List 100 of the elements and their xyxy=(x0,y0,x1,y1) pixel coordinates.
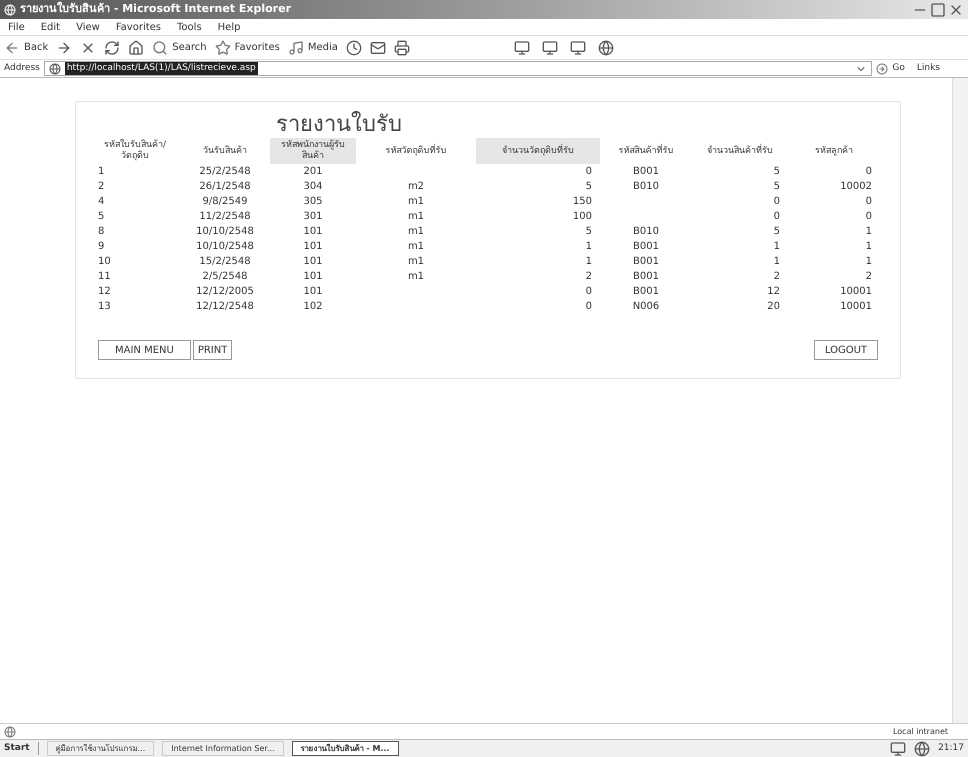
toolbar-icon[interactable] xyxy=(570,40,586,56)
table-cell-text: 0 xyxy=(584,300,593,314)
mail-icon[interactable] xyxy=(370,40,386,56)
search-icon xyxy=(152,40,168,56)
nav-button[interactable]: PRINT xyxy=(192,340,232,360)
table-cell-text: 1 xyxy=(584,240,593,254)
links-label[interactable]: Links xyxy=(916,62,940,76)
tray-icon[interactable] xyxy=(890,740,906,756)
menu-item[interactable]: Edit xyxy=(40,20,60,34)
menu-item[interactable]: Favorites xyxy=(116,20,162,34)
table-cell-text: m1 xyxy=(406,195,426,209)
globe-icon[interactable] xyxy=(598,40,614,56)
table-cell-text: 11 xyxy=(97,270,112,284)
table-cell-text: B001 xyxy=(632,255,660,269)
taskbar-button[interactable]: Internet Information Ser... xyxy=(162,741,284,756)
table-cell-text: m1 xyxy=(406,210,426,224)
menu-item[interactable]: View xyxy=(76,20,100,34)
table-cell-text: 1 xyxy=(864,255,873,269)
table-cell-text: 2 xyxy=(97,180,106,194)
go-button[interactable]: Go xyxy=(876,62,905,76)
address-label: Address xyxy=(4,62,40,75)
column-header: รหัสลูกค้า xyxy=(814,144,854,158)
menu-item[interactable]: File xyxy=(8,20,25,34)
table-cell: 201 xyxy=(270,164,356,179)
column-header: รหัสวัตถุดิบที่รับ xyxy=(356,138,476,164)
table-cell-text: 26/1/2548 xyxy=(198,180,252,194)
home-icon[interactable] xyxy=(128,40,144,56)
column-header: จำนวนสินค้าที่รับ xyxy=(706,142,774,158)
table-cell-text: 15/2/2548 xyxy=(198,255,252,269)
table-cell-text: B001 xyxy=(632,240,660,254)
table-cell-text: B010 xyxy=(632,225,660,239)
table-cell: 25/2/2548 xyxy=(180,164,270,179)
scrollbar[interactable] xyxy=(952,78,968,723)
table-cell-text: 10 xyxy=(97,255,112,269)
column-header: จำนวนวัตถุดิบที่รับ xyxy=(476,138,600,164)
table-cell-text: 5 xyxy=(584,225,593,239)
page-icon xyxy=(4,726,16,738)
zone-label: Local intranet xyxy=(892,726,948,738)
table-cell-text: 101 xyxy=(302,285,324,299)
toolbar-icon[interactable] xyxy=(542,40,558,56)
favorites-button[interactable]: Favorites xyxy=(214,40,280,56)
table-cell-text: 5 xyxy=(772,225,781,239)
table-cell-text: B010 xyxy=(632,180,660,194)
table-cell-text: 304 xyxy=(302,180,324,194)
table-cell-text: m2 xyxy=(406,180,426,194)
taskbar-button[interactable]: คู่มือการใช้งานโปรแกรม... xyxy=(46,741,154,756)
table-cell-text: 9 xyxy=(97,240,106,254)
nav-button[interactable]: MAIN MENU xyxy=(98,340,191,360)
table-cell-text: 5 xyxy=(772,180,781,194)
table-cell-text: 2/5/2548 xyxy=(202,270,248,284)
logout-button[interactable]: LOGOUT xyxy=(814,340,878,360)
search-button[interactable]: Search xyxy=(152,40,207,56)
address-field[interactable]: http://localhost/LAS(1)/LAS/listrecieve.asp xyxy=(44,61,872,76)
tray-icon[interactable] xyxy=(914,740,930,756)
taskbar-button[interactable]: รายงานใบรับสินค้า - M... xyxy=(292,741,399,756)
refresh-icon[interactable] xyxy=(104,40,120,56)
table-cell-text: 1 xyxy=(584,255,593,269)
table-cell-text: 5 xyxy=(584,180,593,194)
start-button[interactable]: Start xyxy=(4,742,39,756)
table-cell-text: N006 xyxy=(632,300,660,314)
menu-item[interactable]: Tools xyxy=(177,20,202,34)
toolbar-icon[interactable] xyxy=(514,40,530,56)
table-cell-text: 12 xyxy=(97,285,112,299)
print-icon[interactable] xyxy=(394,40,410,56)
table-cell-text: B001 xyxy=(632,285,660,299)
table-cell-text: 0 xyxy=(584,285,593,299)
table-cell-text: 1 xyxy=(772,240,781,254)
table-cell-text: 101 xyxy=(302,255,324,269)
table-cell-text: 10001 xyxy=(839,285,873,299)
table-cell-text: 0 xyxy=(772,210,781,224)
column-header: วันรับสินค้า xyxy=(180,138,270,164)
table-cell-text: 10001 xyxy=(839,300,873,314)
table-cell-text: 100 xyxy=(572,210,593,224)
window-title: รายงานใบรับสินค้า - Microsoft Internet Explorer xyxy=(20,1,291,18)
table-cell-text: 5 xyxy=(97,210,106,224)
table-cell-text: 1 xyxy=(864,240,873,254)
table-cell-text: 150 xyxy=(572,195,593,209)
table-cell-text: 101 xyxy=(302,225,324,239)
back-button[interactable]: Back xyxy=(4,40,48,56)
table-cell-text: 9/8/2549 xyxy=(202,195,248,209)
table-cell-text: 301 xyxy=(302,210,324,224)
table-cell-text: 2 xyxy=(772,270,781,284)
table-cell-text: 1 xyxy=(97,165,106,179)
maximize-icon[interactable] xyxy=(930,2,946,18)
table-cell: B001 xyxy=(600,164,692,179)
table-cell-text: m1 xyxy=(406,225,426,239)
table-cell-text: 10002 xyxy=(839,180,873,194)
clock: 21:17 xyxy=(938,742,964,755)
column-header: รหัสใบรับสินค้า/วัตถุดิบ xyxy=(102,138,168,163)
media-button[interactable]: Media xyxy=(288,40,338,56)
history-icon[interactable] xyxy=(346,40,362,56)
table-cell-text: 102 xyxy=(302,300,324,314)
table-cell-text: 20 xyxy=(766,300,781,314)
table-cell-text: 8 xyxy=(97,225,106,239)
column-header: รหัสพนักงานผู้รับสินค้า xyxy=(270,138,356,164)
table-cell-text: 0 xyxy=(772,195,781,209)
table-cell-text: 1 xyxy=(772,255,781,269)
table-cell-text: 1 xyxy=(864,225,873,239)
menu-item[interactable]: Help xyxy=(218,20,240,34)
table-cell-text: 0 xyxy=(864,210,873,224)
